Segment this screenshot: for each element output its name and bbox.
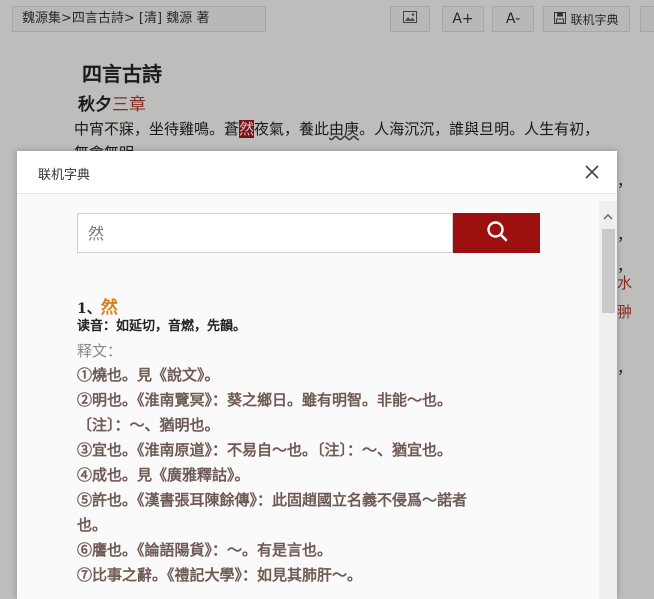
- dictionary-entry: 1、然 读音：如延切，音燃，先韻。 释文： ①燒也。見《說文》。 ②明也。《淮南…: [77, 293, 587, 588]
- definition-line: ⑤許也。《漢書張耳陳餘傳》：此固趙國立名義不侵爲～諾者: [77, 491, 468, 509]
- definition-line: ⑥譍也。《論語陽貨》：～。有是言也。: [77, 541, 333, 559]
- entry-heading: 1、然: [77, 293, 587, 318]
- definition-line: 〔注〕：～、猶明也。: [77, 416, 220, 434]
- definition-line: ①燒也。見《說文》。: [77, 366, 220, 384]
- search-icon: [485, 219, 509, 247]
- scroll-thumb[interactable]: [602, 229, 615, 313]
- search-input[interactable]: [77, 213, 453, 253]
- dialog-title: 联机字典: [38, 168, 91, 183]
- dictionary-dialog: 联机字典 1、然 读音：如延切，音燃，先韻。 释文： ①燒也。見《說文》。 ②明…: [17, 151, 617, 599]
- entry-reading: 读音：如延切，音燃，先韻。: [77, 319, 247, 334]
- chevron-up-icon[interactable]: [603, 207, 613, 220]
- dialog-header: 联机字典: [17, 151, 617, 194]
- definition-line: ④成也。見《廣雅釋詁》。: [77, 466, 250, 484]
- definition-line: ③宜也。《淮南原道》：不易自～也。〔注〕：～、猶宜也。: [77, 441, 453, 459]
- definition-line: ⑦比事之辭。《禮記大學》：如見其肺肝～。: [77, 566, 363, 584]
- gloss-label: 释文：: [77, 342, 123, 360]
- search-button[interactable]: [453, 213, 540, 253]
- definition-line: ②明也。《淮南覽冥》：葵之鄉日。雖有明智。非能～也。: [77, 391, 453, 409]
- definition-line: 也。: [77, 516, 108, 534]
- close-icon: [583, 165, 601, 185]
- close-button[interactable]: [583, 163, 601, 181]
- scrollbar[interactable]: [599, 201, 617, 599]
